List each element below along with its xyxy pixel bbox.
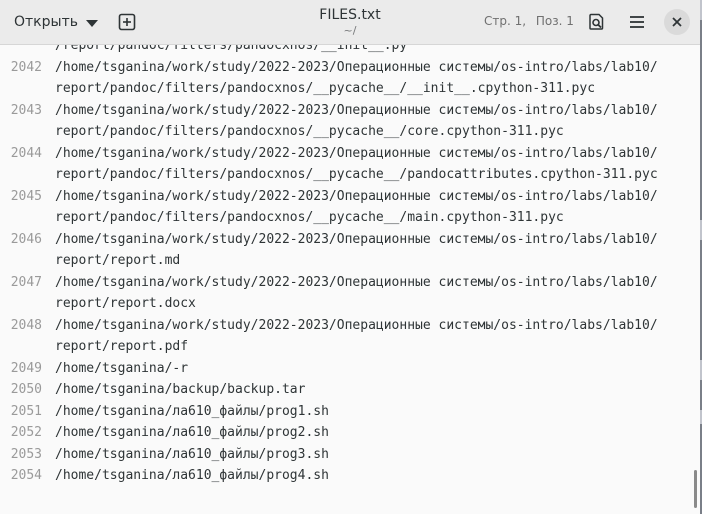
close-button[interactable] [664,9,690,35]
line-number: 2042 [10,59,42,75]
line-text: /home/tsganina/-r [55,360,189,376]
window-title: FILES.txt [319,7,381,23]
line-text: /home/tsganina/work/study/2022-2023/Опер… [55,59,658,75]
chevron-down-icon [85,19,98,27]
editor-line[interactable]: 2049/home/tsganina/-r [0,358,700,380]
editor-line[interactable]: report/report.pdf [0,336,700,358]
line-text: report/pandoc/filters/pandocxnos/__pycac… [55,210,564,225]
open-button-label: Открыть [14,14,78,30]
editor-line[interactable]: 2042/home/tsganina/work/study/2022-2023/… [0,57,700,79]
editor-line[interactable]: 2047/home/tsganina/work/study/2022-2023/… [0,272,700,294]
line-text: /home/tsganina/work/study/2022-2023/Опер… [55,188,658,204]
editor-line[interactable]: report/pandoc/filters/pandocxnos/__pycac… [0,121,700,143]
line-text: report/pandoc/filters/pandocxnos/__pycac… [55,167,658,182]
vertical-scrollbar[interactable] [694,470,697,508]
editor-line[interactable]: report/report.docx [0,293,700,315]
line-number: 2047 [10,274,42,290]
line-number: 2043 [10,102,42,118]
editor-line[interactable]: 2054/home/tsganina/ла610_файлы/prog4.sh [0,465,700,487]
new-document-icon [118,13,136,31]
editor-line[interactable]: report/pandoc/filters/pandocxnos/__pycac… [0,78,700,100]
line-number: 2053 [10,446,42,462]
line-text: /home/tsganina/ла610_файлы/prog3.sh [55,446,329,462]
editor-line[interactable]: 2053/home/tsganina/ла610_файлы/prog3.sh [0,444,700,466]
hamburger-menu-icon [630,16,644,28]
text-editor-area[interactable]: /report/pandoc/filters/pandocxnos/__init… [0,45,700,514]
line-text: /report/pandoc/filters/pandocxnos/__init… [55,45,408,53]
header-bar: Открыть FILES.txt ~/ Стр. 1, Поз. 1 [0,0,700,45]
main-menu-button[interactable] [624,9,650,35]
editor-line[interactable]: 2043/home/tsganina/work/study/2022-2023/… [0,100,700,122]
window-subtitle: ~/ [343,24,357,37]
line-text: report/report.pdf [55,339,189,354]
close-icon [672,17,682,27]
status-column: Поз. 1 [535,14,574,28]
line-number: 2048 [10,317,42,333]
editor-line[interactable]: 2051/home/tsganina/ла610_файлы/prog1.sh [0,401,700,423]
line-text: /home/tsganina/ла610_файлы/prog2.sh [55,425,329,440]
line-number: 2044 [10,145,42,161]
editor-line[interactable]: 2046/home/tsganina/work/study/2022-2023/… [0,229,700,251]
line-number: 2049 [10,360,42,376]
open-button[interactable]: Открыть [6,8,106,36]
editor-line[interactable]: 2048/home/tsganina/work/study/2022-2023/… [0,315,700,337]
line-text: /home/tsganina/ла610_файлы/prog4.sh [55,468,329,483]
editor-line[interactable]: 2050/home/tsganina/backup/backup.tar [0,379,700,401]
text-editor-window: Открыть FILES.txt ~/ Стр. 1, Поз. 1 /rep… [0,0,702,514]
line-number: 2045 [10,188,42,204]
line-text: report/report.md [55,253,181,268]
line-text: /home/tsganina/work/study/2022-2023/Опер… [55,102,658,118]
editor-line[interactable]: report/pandoc/filters/pandocxnos/__pycac… [0,207,700,229]
new-document-button[interactable] [114,9,140,35]
editor-line[interactable]: report/report.md [0,250,700,272]
line-number: 2046 [10,231,42,247]
line-text: report/pandoc/filters/pandocxnos/__pycac… [55,81,596,96]
editor-line[interactable]: 2044/home/tsganina/work/study/2022-2023/… [0,143,700,165]
cursor-position-status[interactable]: Стр. 1, Поз. 1 [484,14,574,28]
editor-line[interactable]: /report/pandoc/filters/pandocxnos/__init… [0,45,700,57]
line-text: report/pandoc/filters/pandocxnos/__pycac… [55,124,564,139]
editor-line[interactable]: 2045/home/tsganina/work/study/2022-2023/… [0,186,700,208]
status-line: Стр. 1, [484,14,527,28]
line-number: 2051 [10,403,42,419]
line-text: /home/tsganina/work/study/2022-2023/Опер… [55,231,658,247]
line-text: /home/tsganina/work/study/2022-2023/Опер… [55,317,658,333]
line-number: 2054 [10,468,42,483]
line-text: /home/tsganina/work/study/2022-2023/Опер… [55,145,658,161]
line-number: 2050 [10,382,42,397]
line-text: /home/tsganina/work/study/2022-2023/Опер… [55,274,658,290]
line-text: /home/tsganina/backup/backup.tar [55,382,306,397]
search-icon [589,13,604,30]
line-text: /home/tsganina/ла610_файлы/prog1.sh [55,403,329,419]
title-area: FILES.txt ~/ [250,6,450,38]
line-number: 2052 [10,425,42,440]
editor-line[interactable]: report/pandoc/filters/pandocxnos/__pycac… [0,164,700,186]
editor-line[interactable]: 2052/home/tsganina/ла610_файлы/prog2.sh [0,422,700,444]
search-button[interactable] [584,9,610,35]
line-text: report/report.docx [55,296,196,311]
